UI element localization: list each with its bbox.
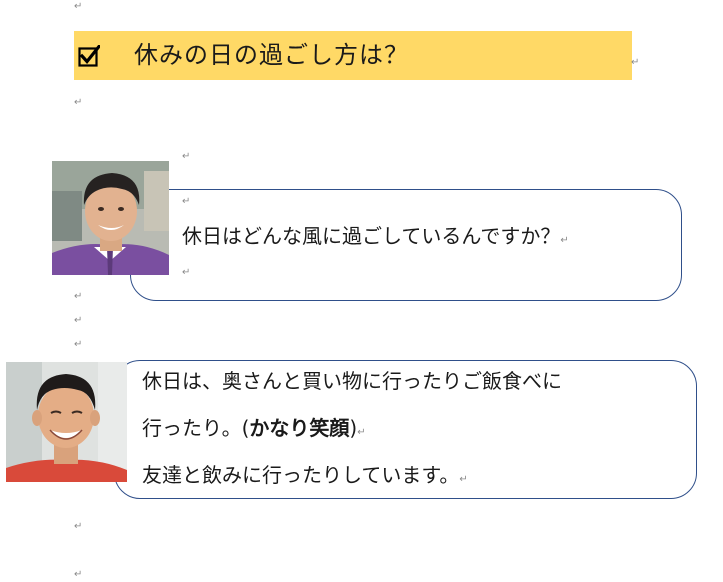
- paragraph-mark: ↵: [74, 339, 83, 350]
- answer-line-2: 行ったり。(かなり笑顔)↵: [142, 416, 366, 440]
- question-text: 休日はどんな風に過ごしているんですか？↵: [182, 224, 569, 248]
- paragraph-mark: ↵: [459, 474, 468, 485]
- paragraph-mark: ↵: [74, 521, 83, 532]
- paragraph-mark: ↵: [74, 315, 83, 326]
- heading-title: 休みの日の過ごし方は？: [134, 41, 409, 69]
- interviewee-photo-image: [6, 362, 127, 482]
- answer-line-3: 友達と飲みに行ったりしています。↵: [142, 463, 468, 487]
- paragraph-mark: ↵: [74, 569, 83, 580]
- paragraph-mark: ↵: [357, 427, 366, 438]
- paragraph-mark: ↵: [74, 291, 83, 302]
- paragraph-mark: ↵: [182, 151, 191, 162]
- interviewer-photo-image: [52, 161, 169, 275]
- section-heading: 休みの日の過ごし方は？: [74, 31, 632, 80]
- answer-emphasis: かなり笑顔: [249, 416, 350, 440]
- interviewer-photo: [52, 161, 169, 275]
- paragraph-mark: ↵: [182, 196, 191, 207]
- paragraph-mark: ↵: [182, 267, 191, 278]
- checkbox-checked-icon: [78, 45, 100, 67]
- paragraph-mark: ↵: [74, 97, 83, 108]
- interviewee-photo: [6, 362, 127, 482]
- answer-line-1: 休日は、奥さんと買い物に行ったりご飯食べに: [142, 369, 562, 393]
- paragraph-mark: ↵: [74, 1, 83, 12]
- paragraph-mark: ↵: [560, 235, 569, 246]
- paragraph-mark: ↵: [631, 57, 640, 68]
